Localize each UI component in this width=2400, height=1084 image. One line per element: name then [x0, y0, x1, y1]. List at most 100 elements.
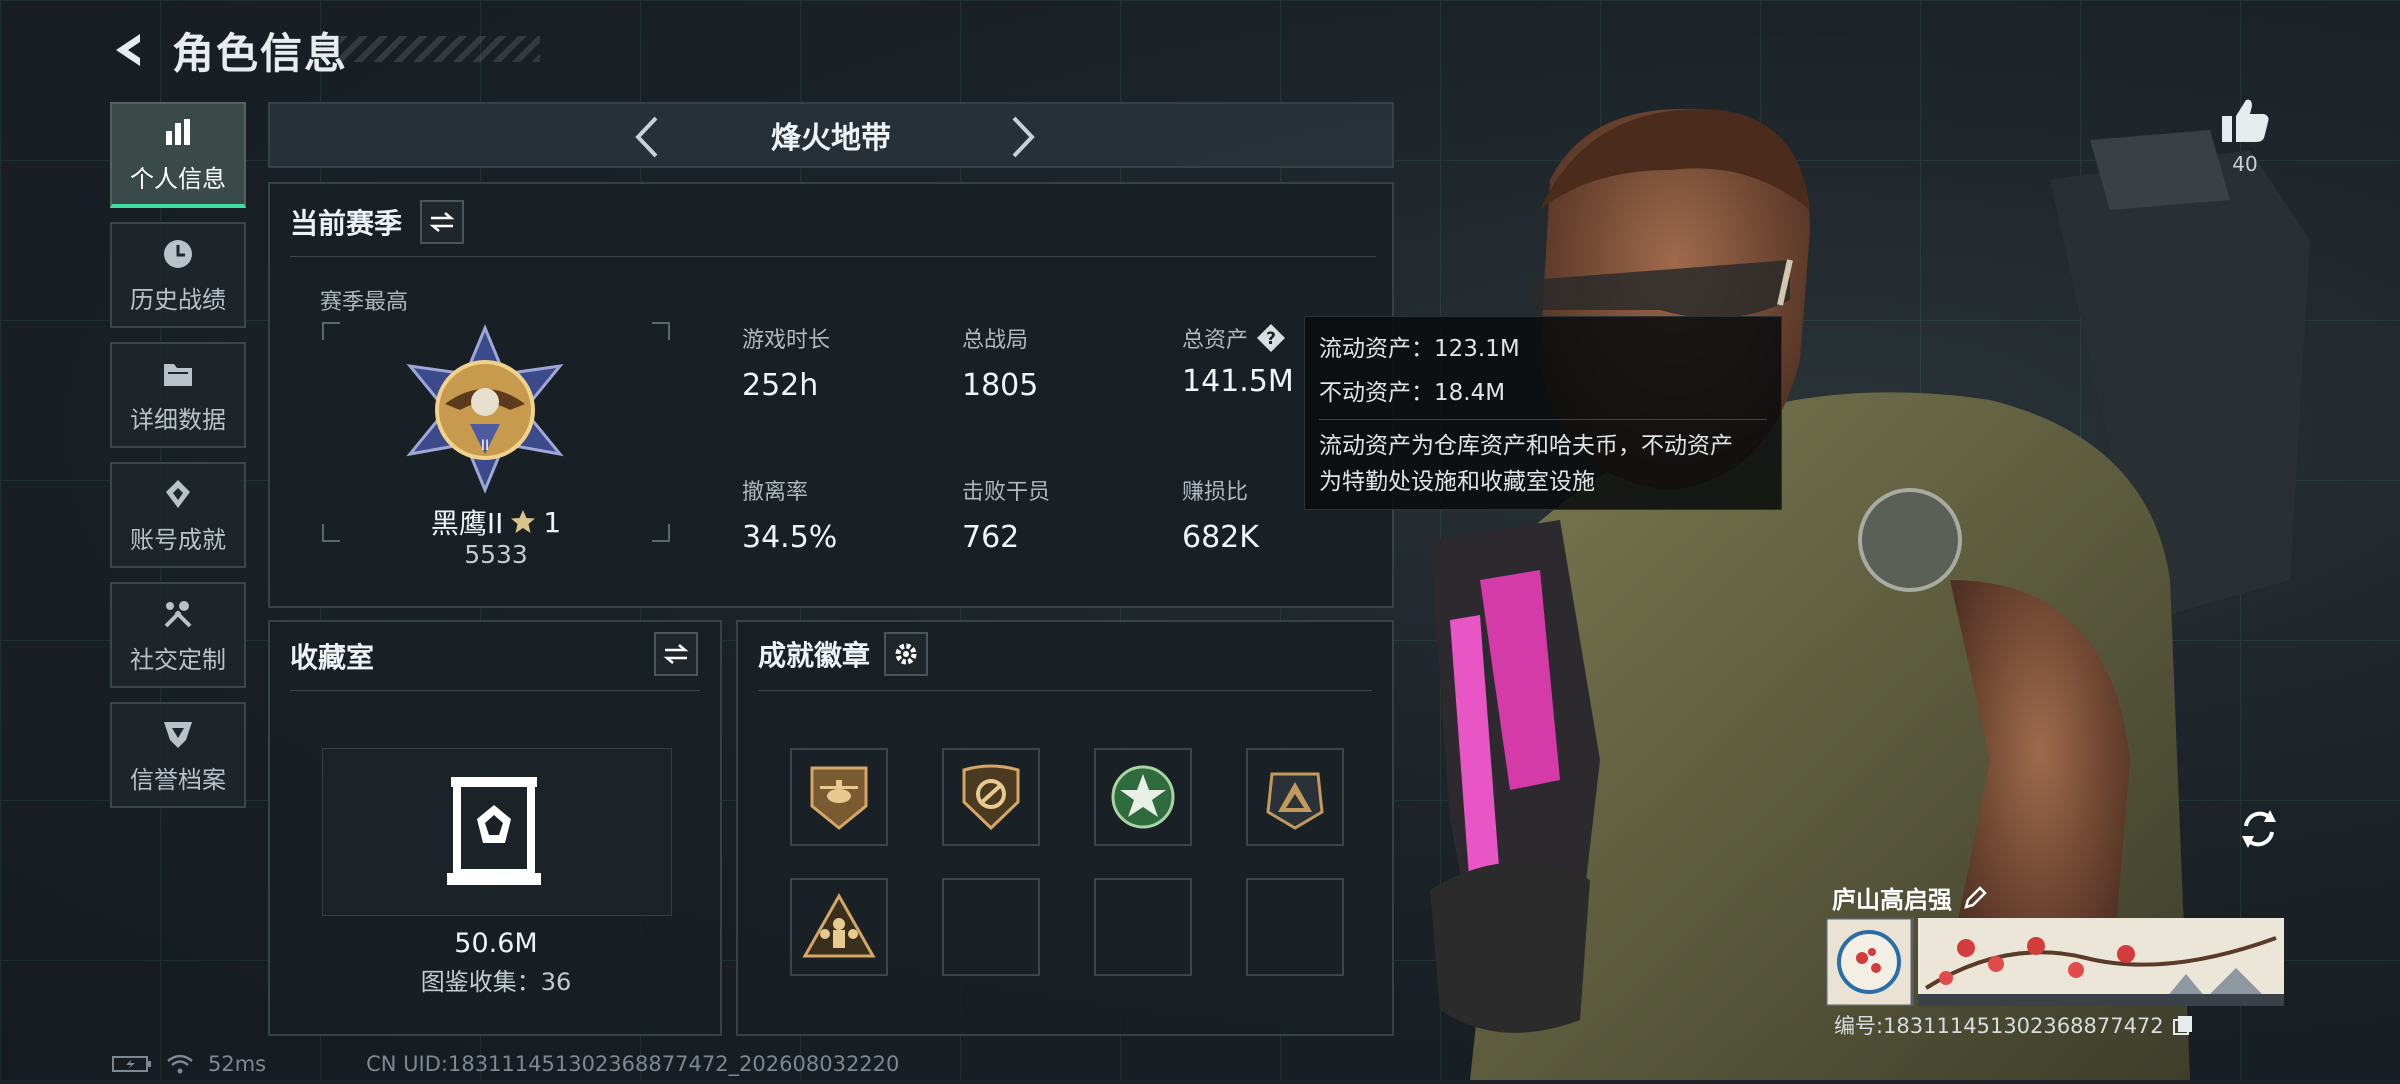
next-mode-button[interactable]: [998, 112, 1048, 162]
sidebar: 个人信息 历史战绩 详细数据 账号成就 社交定制 信誉档案: [110, 102, 250, 808]
header: 角色信息: [110, 22, 348, 78]
badges-title: 成就徽章: [758, 639, 871, 672]
mode-selector: 烽火地带: [268, 102, 1394, 168]
sidebar-item-label: 个人信息: [130, 164, 226, 193]
stat-extraction-rate: 撤离率 34.5%: [742, 480, 838, 555]
stat-operators-defeated: 击败干员 762: [962, 480, 1051, 555]
rotate-model-button[interactable]: [2234, 804, 2284, 854]
badge-slot-empty[interactable]: [1094, 878, 1192, 976]
switch-collection-button[interactable]: [654, 632, 698, 676]
sidebar-item-credit[interactable]: 信誉档案: [110, 702, 246, 808]
svg-text:II: II: [481, 438, 489, 454]
player-card[interactable]: [1824, 916, 2284, 1008]
stat-total-matches: 总战局 1805: [962, 328, 1039, 403]
shield-badge-icon: [962, 764, 1020, 831]
stat-total-assets: 总资产 ? 141.5M: [1182, 322, 1294, 399]
tooltip-note-line2: 为特勤处设施和收藏室设施: [1319, 469, 1595, 495]
svg-text:?: ?: [1266, 329, 1276, 349]
battery-icon: [112, 1056, 151, 1072]
swap-icon: [663, 644, 689, 664]
badges-panel: 成就徽章: [736, 620, 1394, 1036]
collection-title: 收藏室: [290, 641, 375, 674]
achievement-icon: [166, 479, 190, 508]
sidebar-item-label: 账号成就: [130, 525, 226, 554]
season-panel: 当前赛季 赛季最高 II 黑鹰II 1 5533 游戏时长 252h 总战局 1…: [268, 182, 1394, 608]
squad-badge-icon: [802, 892, 876, 958]
rank-score: 5533: [464, 540, 528, 569]
wifi-icon: [167, 1054, 193, 1074]
collection-catalog: 图鉴收集：36: [420, 968, 572, 996]
back-arrow-icon[interactable]: [110, 30, 150, 70]
sidebar-item-label: 信誉档案: [130, 765, 226, 794]
chevron-left-icon: [635, 116, 658, 158]
tooltip-fixed-assets: 不动资产：18.4M: [1319, 380, 1506, 406]
badge-slot-empty[interactable]: [1246, 878, 1344, 976]
player-id: 编号:1831114513023688774​72: [1834, 1014, 2164, 1038]
copy-icon[interactable]: [2172, 1014, 2194, 1036]
rank-stars: 1: [543, 505, 562, 539]
triangle-badge-icon: [1266, 772, 1324, 830]
divider: [1319, 419, 1767, 420]
badge-slot[interactable]: [942, 748, 1040, 846]
swap-icon: [429, 212, 455, 232]
divider: [290, 256, 1376, 257]
badge-slot-empty[interactable]: [942, 878, 1040, 976]
rank-emblem-icon: II: [400, 324, 570, 494]
sidebar-item-personal-info[interactable]: 个人信息: [110, 102, 246, 208]
season-title: 当前赛季: [290, 207, 403, 240]
collection-preview[interactable]: [322, 748, 672, 916]
stat-play-time: 游戏时长 252h: [742, 328, 831, 403]
sidebar-item-detailed-data[interactable]: 详细数据: [110, 342, 246, 448]
player-name-row: 庐山高启强: [1832, 880, 1988, 915]
vault-icon: [447, 777, 541, 885]
help-icon[interactable]: ?: [1256, 323, 1286, 353]
rank-name: 黑鹰II: [430, 507, 504, 540]
clock-icon: [164, 239, 192, 268]
like-count: 40: [2232, 152, 2258, 176]
shield-icon: [164, 721, 192, 748]
switch-season-button[interactable]: [420, 200, 465, 244]
star-icon: [511, 510, 536, 533]
badge-settings-button[interactable]: [884, 632, 929, 676]
sidebar-item-history[interactable]: 历史战绩: [110, 222, 246, 328]
badge-slot[interactable]: [1094, 748, 1192, 846]
uid-text: CN UID:18311145130236887​7472_2026080322…: [366, 1052, 900, 1076]
sidebar-item-label: 历史战绩: [130, 285, 226, 314]
badge-slot[interactable]: [790, 748, 888, 846]
folder-icon: [164, 363, 192, 386]
thumbs-up-icon: [2222, 99, 2269, 142]
tooltip-liquid-assets: 流动资产：123.1M: [1319, 336, 1520, 362]
stat-profit-loss-ratio: 赚损比 682K: [1182, 480, 1259, 555]
bar-chart-icon: [166, 118, 190, 145]
rank-name-row: 黑鹰II 1: [322, 502, 670, 542]
status-bar: 52ms CN UID:18311145130236887​7472_20260…: [112, 1052, 899, 1076]
sidebar-item-social[interactable]: 社交定制: [110, 582, 246, 688]
sidebar-item-achievements[interactable]: 账号成就: [110, 462, 246, 568]
refresh-icon: [2242, 810, 2276, 848]
mode-title: 烽火地带: [771, 121, 891, 156]
chevron-right-icon: [1012, 116, 1035, 158]
like-button[interactable]: 40: [2210, 96, 2280, 176]
helicopter-badge-icon: [810, 766, 868, 830]
gear-icon: [895, 643, 917, 665]
badge-slot[interactable]: [1246, 748, 1344, 846]
ping-value: 52ms: [208, 1052, 267, 1076]
divider: [290, 690, 700, 691]
page-title: 角色信息: [172, 28, 349, 78]
divider: [758, 690, 1372, 691]
star-badge-icon: [1111, 765, 1175, 829]
sidebar-item-label: 社交定制: [130, 645, 226, 674]
badge-slot[interactable]: [790, 878, 888, 976]
collection-value: 50.6M: [454, 928, 538, 959]
collection-panel: 收藏室 50.6M 图鉴收集：36: [268, 620, 722, 1036]
tools-icon: [164, 600, 192, 627]
assets-tooltip: 流动资产：123.1M 不动资产：18.4M 流动资产为仓库资产和哈夫币，不动资…: [1304, 316, 1782, 510]
edit-icon[interactable]: [1962, 885, 1988, 911]
sidebar-item-label: 详细数据: [130, 405, 226, 434]
season-best-label: 赛季最高: [320, 290, 409, 315]
player-id-row: 编号:1831114513023688774​72: [1834, 1010, 2194, 1040]
tooltip-note-line1: 流动资产为仓库资产和哈夫币，不动资产: [1319, 433, 1733, 459]
prev-mode-button[interactable]: [622, 112, 672, 162]
player-name: 庐山高启强: [1832, 886, 1952, 914]
title-decoration: [340, 36, 540, 62]
